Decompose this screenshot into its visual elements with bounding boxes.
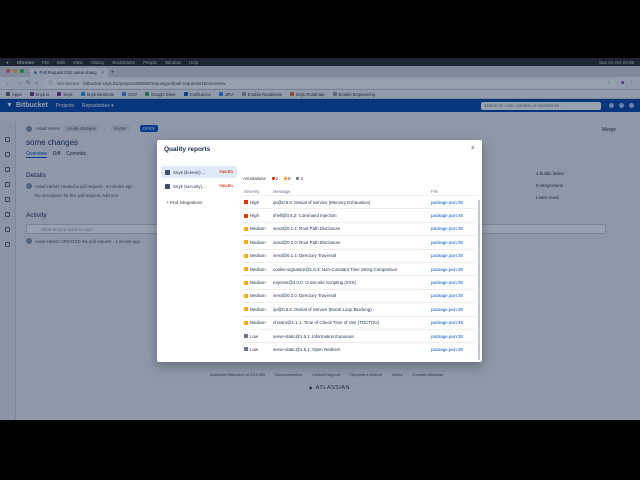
severity-icon — [244, 307, 248, 312]
severity-cell: Medium — [243, 320, 273, 325]
file-link[interactable]: package.json:45 — [431, 320, 479, 325]
report-item-security[interactable]: Snyk (security)... FAILED — [161, 180, 237, 192]
high-severity-icon — [271, 177, 275, 180]
severity-cell: Low — [243, 347, 273, 352]
plus-icon: + — [166, 200, 169, 205]
status-badge: FAILED — [219, 170, 233, 174]
column-file: File — [431, 188, 438, 194]
message-cell: qs@0.6.6: Denial of Service (Memory Exha… — [273, 199, 371, 205]
severity-icon — [244, 240, 248, 245]
table-row[interactable]: High shell@0.6.2: Command Injection packag… — [243, 208, 479, 221]
report-item-license[interactable]: Snyk (license) ... FAILED — [161, 166, 237, 178]
message-cell: serve-static@1.5.1: Open Redirect — [273, 346, 341, 352]
report-list: Snyk (license) ... FAILED Snyk (security… — [161, 166, 237, 205]
table-row[interactable]: Low serve-static@1.5.1: Open Redirect pack… — [243, 342, 479, 355]
table-row[interactable]: Medium send@0.2.0: Directory Traversal pac… — [243, 288, 479, 302]
message-cell: cookie-signature@1.0.3: Non-Constant Tim… — [273, 266, 398, 272]
file-link[interactable]: package.json:30 — [431, 240, 479, 245]
file-link[interactable]: package.json:30 — [431, 253, 479, 258]
severity-icon — [244, 267, 248, 272]
file-link[interactable]: package.json:30 — [431, 267, 479, 272]
severity-cell: Medium — [243, 280, 273, 285]
severity-icon — [244, 213, 248, 218]
snyk-icon — [165, 169, 170, 175]
annotations-label: Annotations — [243, 176, 266, 181]
severity-cell: Medium — [243, 267, 273, 272]
find-integrations-link[interactable]: + Find integrations — [161, 200, 237, 205]
severity-label: Medium — [250, 306, 266, 312]
scrollbar[interactable] — [478, 200, 480, 360]
severity-label: High — [250, 199, 260, 205]
message-cell: send@0.2.0: Directory Traversal — [273, 293, 337, 299]
severity-cell: Medium — [243, 293, 273, 298]
table-row[interactable]: Medium cookie-signature@1.0.3: Non-Consta… — [243, 261, 479, 275]
high-count: 2 — [271, 176, 278, 181]
severity-icon — [244, 253, 248, 258]
severity-cell: Medium — [243, 226, 273, 231]
severity-icon — [244, 280, 248, 285]
message-cell: serve-static@1.5.1: Information Exposure — [273, 333, 354, 339]
annotations-panel: Annotations 2 8 2 Severity Message File … — [243, 176, 479, 356]
severity-label: Low — [250, 333, 259, 339]
table-row[interactable]: Low serve-static@1.5.1: Information Expos… — [243, 328, 479, 342]
severity-label: Medium — [250, 226, 266, 232]
column-message: Message — [273, 188, 291, 194]
file-link[interactable]: package.json:30 — [431, 334, 479, 339]
severity-icon — [244, 347, 248, 352]
severity-icon — [244, 226, 248, 231]
severity-label: Medium — [250, 293, 266, 299]
table-header: Severity Message File — [243, 187, 479, 195]
severity-label: Medium — [250, 280, 266, 286]
low-severity-icon — [296, 177, 300, 180]
table-row[interactable]: Medium chownr@1.1.1: Time of Check Time o… — [243, 315, 479, 329]
message-cell: qs@0.6.6: Denial of Service (Event Loop … — [273, 306, 372, 312]
table-row[interactable]: Medium send@0.1.4: Directory Traversal pac… — [243, 248, 479, 262]
snyk-icon — [165, 183, 170, 189]
severity-icon — [244, 334, 248, 339]
severity-label: Medium — [250, 320, 266, 326]
table-row[interactable]: Medium qs@0.6.6: Denial of Service (Event… — [243, 302, 479, 315]
severity-cell: High — [243, 200, 273, 205]
severity-cell: Medium — [243, 253, 273, 258]
file-link[interactable]: package.json:30 — [431, 280, 479, 285]
severity-icon — [244, 320, 248, 325]
table-row[interactable]: Medium send@0.1.4: Root Path Disclosure pa… — [243, 221, 479, 235]
severity-cell: Low — [243, 334, 273, 339]
quality-reports-dialog: Quality reports × Snyk (license) ... FAI… — [157, 140, 482, 362]
table-row[interactable]: High qs@0.6.6: Denial of Service (Memory … — [243, 195, 479, 208]
file-link[interactable]: package.json:30 — [431, 307, 479, 312]
low-count: 2 — [296, 176, 303, 181]
medium-severity-icon — [284, 177, 288, 180]
file-link[interactable]: package.json:48 — [431, 213, 479, 218]
message-cell: chownr@1.1.1: Time of Check Time of Use … — [273, 320, 380, 326]
severity-label: High — [250, 213, 260, 219]
file-link[interactable]: package.json:30 — [431, 347, 479, 352]
message-cell: send@0.1.4: Directory Traversal — [273, 253, 337, 259]
message-cell: send@0.1.4: Root Path Disclosure — [273, 226, 341, 232]
message-cell: shell@0.6.2: Command Injection — [273, 213, 337, 219]
annotations-table: High qs@0.6.6: Denial of Service (Memory … — [243, 195, 479, 356]
severity-cell: High — [243, 213, 273, 218]
annotations-summary: Annotations 2 8 2 — [243, 176, 479, 181]
severity-label: Medium — [250, 253, 266, 259]
medium-count: 8 — [284, 176, 290, 181]
message-cell: express@4.0.0: Cross-site Scripting (XSS… — [273, 280, 357, 286]
severity-icon — [244, 293, 248, 298]
severity-label: Medium — [250, 266, 266, 272]
severity-icon — [244, 200, 248, 205]
dialog-title: Quality reports — [164, 146, 211, 153]
message-cell: send@0.2.0: Root Path Disclosure — [273, 239, 341, 245]
severity-cell: Medium — [243, 240, 273, 245]
column-severity: Severity — [244, 188, 260, 194]
table-row[interactable]: Medium send@0.2.0: Root Path Disclosure pa… — [243, 235, 479, 248]
file-link[interactable]: package.json:30 — [431, 226, 479, 231]
table-row[interactable]: Medium express@4.0.0: Cross-site Scriptin… — [243, 275, 479, 288]
severity-cell: Medium — [243, 307, 273, 312]
status-badge: FAILED — [219, 184, 233, 188]
severity-label: Low — [250, 346, 259, 352]
close-icon[interactable]: × — [471, 145, 475, 152]
file-link[interactable]: package.json:30 — [431, 293, 479, 298]
file-link[interactable]: package.json:30 — [431, 200, 479, 205]
severity-label: Medium — [250, 239, 266, 245]
